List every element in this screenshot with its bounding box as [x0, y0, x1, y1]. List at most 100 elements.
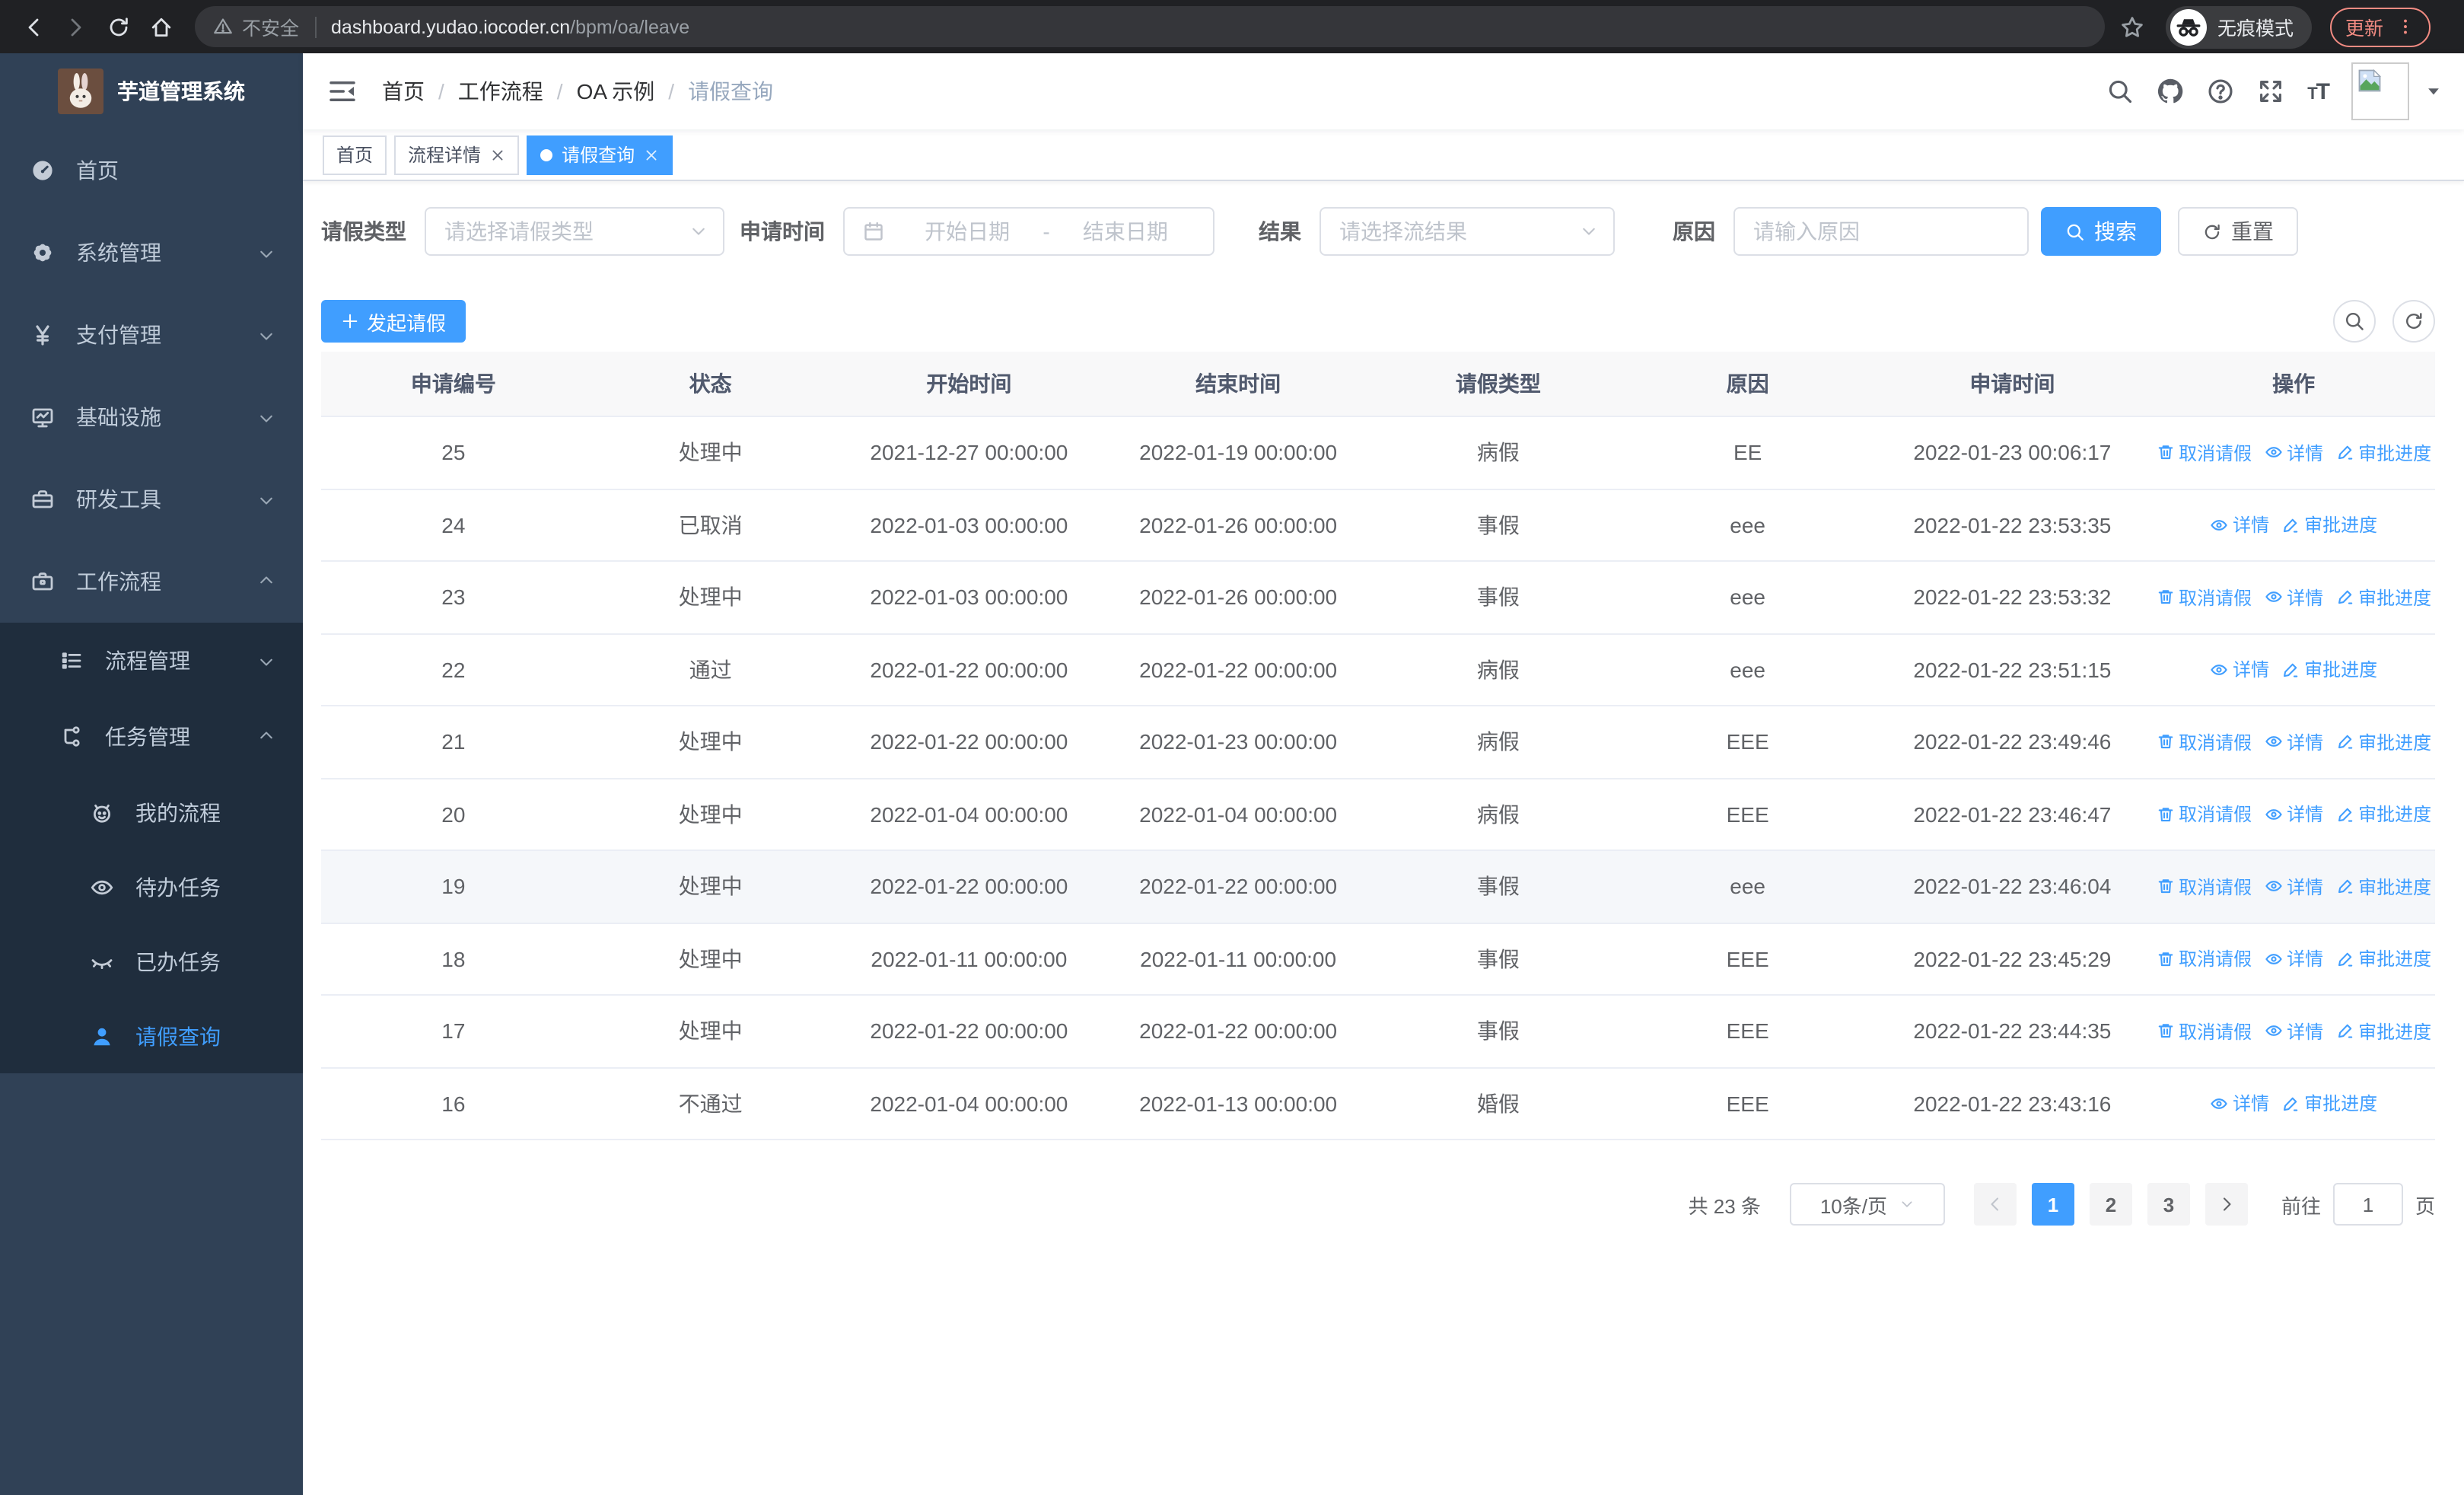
detail-link[interactable]: 详情 — [2210, 657, 2269, 683]
sidebar-item-label: 待办任务 — [135, 875, 221, 899]
sidebar-item-label: 我的流程 — [135, 800, 221, 824]
cell-leave-type: 病假 — [1476, 729, 1520, 754]
cancel-link[interactable]: 取消请假 — [2156, 874, 2252, 900]
next-page-button[interactable] — [2205, 1183, 2248, 1226]
cell-apply-id: 17 — [441, 1018, 466, 1044]
detail-link[interactable]: 详情 — [2264, 440, 2323, 466]
create-leave-button[interactable]: 发起请假 — [321, 300, 466, 343]
detail-link[interactable]: 详情 — [2264, 874, 2323, 900]
search-button[interactable]: 搜索 — [2041, 207, 2161, 256]
close-icon[interactable] — [490, 147, 505, 162]
progress-link[interactable]: 审批进度 — [2335, 729, 2431, 755]
breadcrumb-workflow[interactable]: 工作流程 — [458, 76, 543, 107]
page-button-1[interactable]: 1 — [2031, 1183, 2074, 1226]
sidebar-item-工作流程[interactable]: 工作流程 — [0, 540, 303, 623]
cancel-link[interactable]: 取消请假 — [2156, 802, 2252, 827]
sidebar-item-首页[interactable]: 首页 — [0, 129, 303, 212]
result-select[interactable]: 请选择流结果 — [1320, 207, 1615, 256]
browser-reload-button[interactable] — [97, 5, 140, 48]
apply-time-range-picker[interactable]: 开始日期 - 结束日期 — [843, 207, 1214, 256]
breadcrumb-home[interactable]: 首页 — [382, 76, 425, 107]
header-search-icon[interactable] — [2106, 78, 2134, 105]
browser-back-button[interactable] — [12, 5, 55, 48]
sidebar-item-研发工具[interactable]: 研发工具 — [0, 458, 303, 540]
progress-link[interactable]: 审批进度 — [2335, 585, 2431, 610]
toggle-search-button[interactable] — [2333, 300, 2376, 343]
action-label: 详情 — [2233, 659, 2270, 681]
bookmark-star-icon[interactable] — [2120, 14, 2144, 39]
edit-icon — [2335, 878, 2354, 896]
hamburger-icon[interactable] — [327, 76, 358, 107]
sidebar-item-支付管理[interactable]: 支付管理 — [0, 294, 303, 376]
edit-icon — [2335, 1022, 2354, 1041]
cell-reason: EEE — [1726, 802, 1769, 827]
avatar[interactable] — [2351, 62, 2409, 120]
progress-link[interactable]: 审批进度 — [2335, 874, 2431, 900]
page-size-select[interactable]: 10条/页 — [1789, 1183, 1945, 1226]
detail-link[interactable]: 详情 — [2264, 802, 2323, 827]
progress-link[interactable]: 审批进度 — [2335, 802, 2431, 827]
address-bar[interactable]: 不安全 dashboard.yudao.iocoder.cn/bpm/oa/le… — [195, 6, 2105, 47]
reload-icon — [107, 14, 131, 39]
reason-input[interactable] — [1753, 219, 2009, 244]
cancel-link[interactable]: 取消请假 — [2156, 946, 2252, 972]
detail-link[interactable]: 详情 — [2210, 1091, 2269, 1117]
progress-link[interactable]: 审批进度 — [2281, 512, 2377, 538]
browser-update-button[interactable]: 更新 — [2330, 7, 2431, 46]
apply-time-label: 申请时间 — [740, 219, 825, 244]
cancel-link[interactable]: 取消请假 — [2156, 585, 2252, 610]
page-button-3[interactable]: 3 — [2147, 1183, 2190, 1226]
fullscreen-icon[interactable] — [2257, 78, 2284, 105]
sidebar-item-已办任务[interactable]: 已办任务 — [0, 924, 303, 999]
page-button-2[interactable]: 2 — [2089, 1183, 2132, 1226]
col-reason: 原因 — [1726, 371, 1769, 396]
refresh-table-button[interactable] — [2392, 300, 2435, 343]
cancel-link[interactable]: 取消请假 — [2156, 440, 2252, 466]
progress-link[interactable]: 审批进度 — [2281, 657, 2377, 683]
cell-apply-time: 2022-01-22 23:51:15 — [1913, 657, 2112, 682]
detail-link[interactable]: 详情 — [2210, 512, 2269, 538]
table-row: 21 处理中 2022-01-22 00:00:00 2022-01-23 00… — [321, 706, 2435, 779]
cancel-link[interactable]: 取消请假 — [2156, 1018, 2252, 1044]
browser-home-button[interactable] — [140, 5, 183, 48]
sidebar-item-流程管理[interactable]: 流程管理 — [0, 623, 303, 699]
goto-page-input[interactable] — [2332, 1183, 2403, 1226]
sidebar-item-待办任务[interactable]: 待办任务 — [0, 850, 303, 924]
tab-process-detail[interactable]: 流程详情 — [394, 135, 520, 174]
cancel-link[interactable]: 取消请假 — [2156, 729, 2252, 755]
prev-page-button[interactable] — [1973, 1183, 2017, 1226]
close-icon[interactable] — [644, 147, 659, 162]
sidebar-item-任务管理[interactable]: 任务管理 — [0, 699, 303, 775]
github-icon[interactable] — [2157, 78, 2184, 105]
edit-icon — [2335, 588, 2354, 607]
leave-type-select[interactable]: 请选择请假类型 — [425, 207, 724, 256]
progress-link[interactable]: 审批进度 — [2335, 1018, 2431, 1044]
detail-link[interactable]: 详情 — [2264, 729, 2323, 755]
progress-link[interactable]: 审批进度 — [2335, 440, 2431, 466]
tab-home[interactable]: 首页 — [323, 135, 387, 174]
eye-icon — [2264, 444, 2282, 462]
sidebar-item-请假查询[interactable]: 请假查询 — [0, 999, 303, 1073]
progress-link[interactable]: 审批进度 — [2335, 946, 2431, 972]
goto-page: 前往 页 — [2281, 1183, 2435, 1226]
cell-status: 处理中 — [678, 585, 743, 610]
reset-button[interactable]: 重置 — [2178, 207, 2298, 256]
cell-status: 处理中 — [678, 729, 743, 754]
sidebar-item-我的流程[interactable]: 我的流程 — [0, 775, 303, 850]
avatar-caret-icon[interactable] — [2426, 84, 2441, 99]
progress-link[interactable]: 审批进度 — [2281, 1091, 2377, 1117]
cell-status: 不通过 — [678, 1091, 743, 1116]
col-apply-id: 申请编号 — [410, 371, 496, 396]
detail-link[interactable]: 详情 — [2264, 1018, 2323, 1044]
sidebar-item-label: 已办任务 — [135, 949, 221, 974]
sidebar-item-基础设施[interactable]: 基础设施 — [0, 376, 303, 458]
breadcrumb-oa[interactable]: OA 示例 — [577, 76, 655, 107]
detail-link[interactable]: 详情 — [2264, 946, 2323, 972]
detail-link[interactable]: 详情 — [2264, 585, 2323, 610]
docs-help-icon[interactable] — [2207, 78, 2234, 105]
fontsize-icon[interactable]: TT — [2307, 78, 2330, 104]
menu-dots-icon[interactable] — [2396, 17, 2415, 37]
browser-forward-button[interactable] — [55, 5, 97, 48]
sidebar-item-系统管理[interactable]: 系统管理 — [0, 212, 303, 294]
tab-leave-query[interactable]: 请假查询 — [527, 135, 673, 174]
